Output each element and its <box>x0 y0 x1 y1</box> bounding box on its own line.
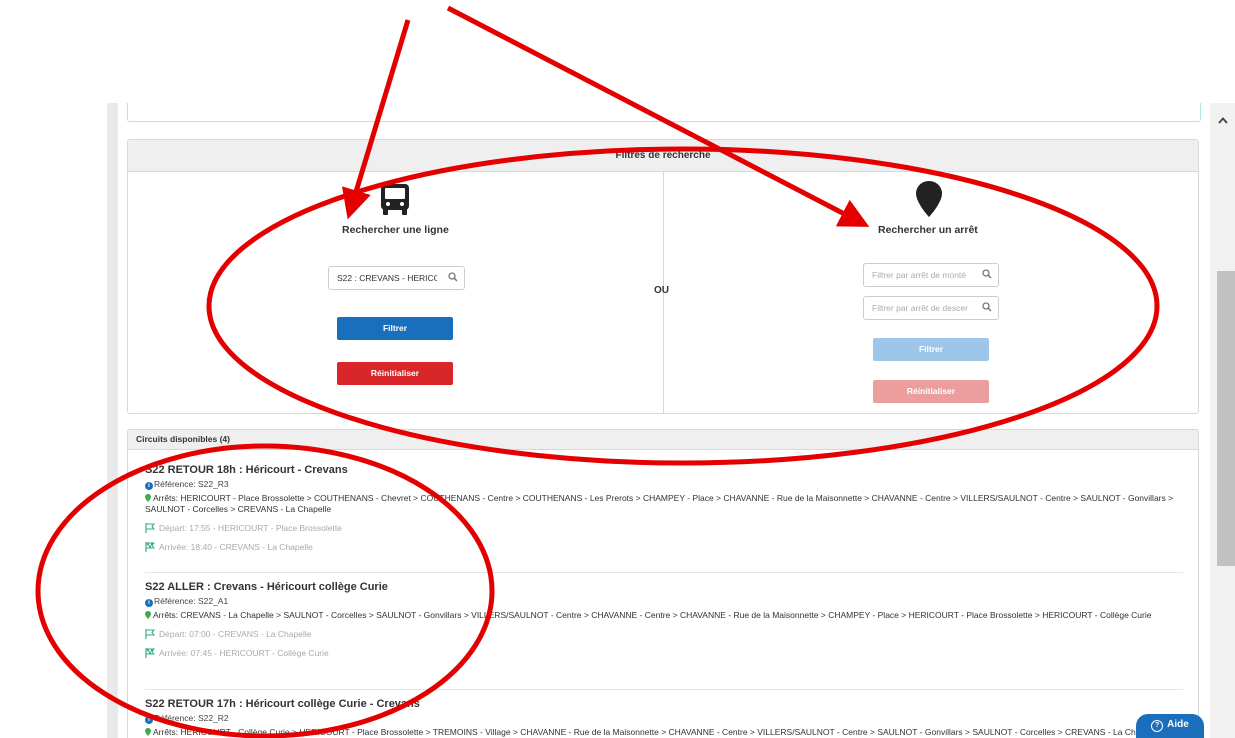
circuit-arrival: Arrivée: 07:45 - HERICOURT - Collège Cur… <box>145 648 1183 659</box>
line-reset-button[interactable]: Réinitialiser <box>337 362 453 385</box>
stop-reset-button[interactable]: Réinitialiser <box>873 380 989 403</box>
bus-icon <box>381 184 409 215</box>
map-pin-icon <box>145 611 151 619</box>
line-search-input[interactable] <box>329 267 437 289</box>
circuit-title[interactable]: S22 ALLER : Crevans - Héricourt collège … <box>145 580 1183 594</box>
circuit-departure: Départ: 07:00 - CREVANS - La Chapelle <box>145 629 1183 640</box>
flag-outline-icon <box>145 629 155 639</box>
info-icon: i <box>145 599 153 607</box>
help-button-label: Aide <box>1167 719 1189 730</box>
search-stop-title: Rechercher un arrêt <box>878 224 978 236</box>
circuit-departure-text: Départ: 07:00 - CREVANS - La Chapelle <box>159 629 312 639</box>
scrollbar-thumb[interactable] <box>1217 271 1235 566</box>
circuit-stops: Arrêts: HERICOURT - Place Brossolette > … <box>145 493 1183 515</box>
line-search-field[interactable] <box>328 266 465 290</box>
panel-title: Filtres de recherche <box>128 140 1198 172</box>
item-separator <box>145 689 1183 690</box>
circuit-reference-text: Référence: S22_R3 <box>154 479 229 489</box>
circuit-stops: Arrêts: CREVANS - La Chapelle > SAULNOT … <box>145 610 1183 621</box>
search-line-title: Rechercher une ligne <box>342 224 449 236</box>
left-gutter <box>107 103 118 738</box>
info-box-bottom <box>127 103 1201 122</box>
flag-checkered-icon <box>145 648 155 658</box>
circuit-stops: Arrêts: HERICOURT - Collège Curie > HERI… <box>145 727 1183 738</box>
circuit-reference: i Référence: S22_R2 <box>145 712 1183 724</box>
map-pin-icon <box>145 494 151 502</box>
vertical-scrollbar[interactable] <box>1210 103 1235 738</box>
circuit-reference-text: Référence: S22_A1 <box>154 596 229 606</box>
circuit-title[interactable]: S22 RETOUR 17h : Héricourt collège Curie… <box>145 697 1183 711</box>
boarding-stop-field[interactable] <box>863 263 999 287</box>
search-icon[interactable] <box>982 302 992 312</box>
map-marker-icon <box>916 181 942 217</box>
circuit-arrival-text: Arrivée: 07:45 - HERICOURT - Collège Cur… <box>159 648 329 658</box>
circuit-reference: i Référence: S22_A1 <box>145 595 1183 607</box>
circuits-title: Circuits disponibles (4) <box>128 430 1198 450</box>
circuit-title[interactable]: S22 RETOUR 18h : Héricourt - Crevans <box>145 463 1183 477</box>
search-icon[interactable] <box>982 269 992 279</box>
circuit-departure-text: Départ: 17:55 - HERICOURT - Place Brosso… <box>159 523 342 533</box>
help-button[interactable]: ? Aide <box>1136 714 1204 738</box>
info-icon: i <box>145 716 153 724</box>
question-circle-icon: ? <box>1151 720 1164 732</box>
alighting-stop-input[interactable] <box>864 297 972 319</box>
circuit-item[interactable]: S22 ALLER : Crevans - Héricourt collège … <box>145 580 1183 659</box>
circuit-arrival-text: Arrivée: 18:40 - CREVANS - La Chapelle <box>159 542 313 552</box>
circuit-arrival: Arrivée: 18:40 - CREVANS - La Chapelle <box>145 542 1183 553</box>
boarding-stop-input[interactable] <box>864 264 972 286</box>
app-frame: Filtres de recherche Rechercher une lign… <box>107 103 1210 738</box>
search-icon[interactable] <box>448 272 458 282</box>
circuit-reference-text: Référence: S22_R2 <box>154 713 229 723</box>
map-pin-icon <box>145 728 151 736</box>
info-icon: i <box>145 482 153 490</box>
circuit-item[interactable]: S22 RETOUR 17h : Héricourt collège Curie… <box>145 697 1183 738</box>
circuit-stops-text: Arrêts: HERICOURT - Place Brossolette > … <box>145 493 1174 514</box>
circuit-stops-text: Arrêts: HERICOURT - Collège Curie > HERI… <box>153 727 1159 737</box>
search-filters-panel: Filtres de recherche Rechercher une lign… <box>127 139 1199 414</box>
chevron-up-icon[interactable] <box>1218 117 1228 124</box>
alighting-stop-field[interactable] <box>863 296 999 320</box>
circuits-panel: Circuits disponibles (4) S22 RETOUR 18h … <box>127 429 1199 738</box>
item-separator <box>145 572 1183 573</box>
circuit-reference: i Référence: S22_R3 <box>145 478 1183 490</box>
or-separator: OU <box>654 285 669 296</box>
stop-filter-button[interactable]: Filtrer <box>873 338 989 361</box>
circuit-item[interactable]: S22 RETOUR 18h : Héricourt - Crevans i Ré… <box>145 463 1183 553</box>
circuit-stops-text: Arrêts: CREVANS - La Chapelle > SAULNOT … <box>153 610 1152 620</box>
line-filter-button[interactable]: Filtrer <box>337 317 453 340</box>
flag-checkered-icon <box>145 542 155 552</box>
circuit-departure: Départ: 17:55 - HERICOURT - Place Brosso… <box>145 523 1183 534</box>
flag-outline-icon <box>145 523 155 533</box>
